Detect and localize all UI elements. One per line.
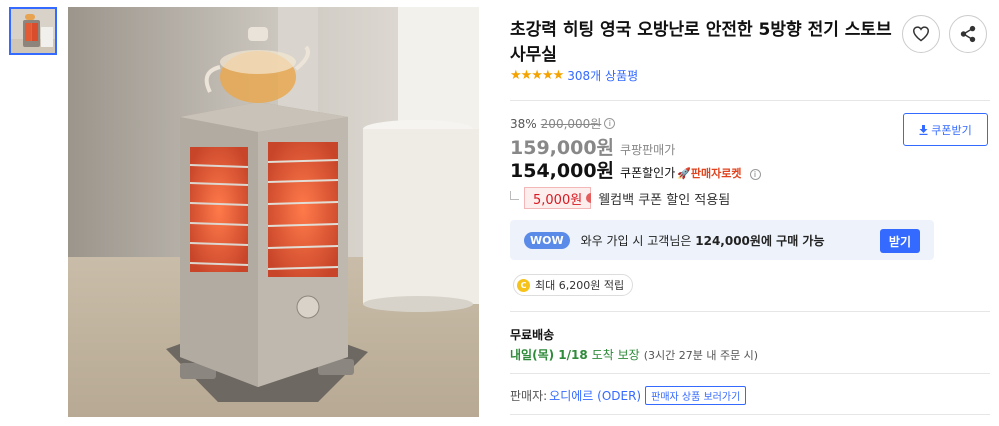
- share-icon: [960, 25, 976, 43]
- discount-rate: 38%: [510, 116, 537, 131]
- share-button[interactable]: [949, 15, 987, 53]
- wow-badge: WOW: [524, 231, 570, 249]
- delivery-date: 내일(목) 1/18: [510, 348, 588, 362]
- discount-row: 38% 200,000원 i: [510, 115, 616, 132]
- coupon-price-label: 쿠폰할인가: [620, 166, 676, 180]
- original-price: 200,000원: [540, 117, 602, 131]
- product-title: 초강력 히팅 영국 오방난로 안전한 5방향 전기 스토브 사무실: [510, 20, 892, 65]
- coupon-download-label: 쿠폰받기: [931, 123, 972, 137]
- divider: [510, 311, 990, 312]
- seller-products-button[interactable]: 판매자 상품 보러가기: [645, 386, 747, 405]
- wow-text: 와우 가입 시 고객님은 124,000원에 구매 가능: [580, 233, 825, 248]
- heart-icon: [912, 26, 930, 42]
- divider: [510, 414, 990, 415]
- product-main-image: [68, 7, 479, 417]
- seller-row: 판매자: 오디에르 (ODER) 판매자 상품 보러가기: [510, 386, 747, 405]
- order-deadline-note: (3시간 27분 내 주문 시): [643, 348, 759, 362]
- product-thumbnail[interactable]: [9, 7, 57, 55]
- seller-name-link[interactable]: 오디에르 (ODER): [549, 387, 641, 404]
- shipping-title: 무료배송: [510, 328, 555, 342]
- corner-marker: [510, 190, 519, 200]
- divider: [510, 373, 990, 374]
- coupon-price-row: 154,000원 쿠폰할인가 🚀판매자로켓 i: [510, 156, 761, 183]
- wow-membership-box: WOW 와우 가입 시 고객님은 124,000원에 구매 가능 받기: [510, 220, 934, 260]
- wow-get-button[interactable]: 받기: [879, 229, 920, 253]
- rating-row: ★★★★★ 308개 상품평: [510, 67, 638, 84]
- seller-rocket-badge: 🚀판매자로켓: [677, 167, 742, 180]
- points-text: 최대 6,200원 적립: [535, 279, 625, 292]
- points-badge: C 최대 6,200원 적립: [513, 274, 634, 296]
- coupon-applied-text: 웰컴백 쿠폰 할인 적용됨: [598, 192, 731, 208]
- coupon-price: 154,000원: [510, 160, 615, 182]
- info-icon[interactable]: i: [604, 118, 616, 129]
- coin-icon: C: [517, 278, 530, 292]
- review-count-link[interactable]: 308개 상품평: [567, 67, 638, 84]
- coupon-download-button[interactable]: 쿠폰받기: [903, 113, 988, 146]
- applied-coupon-row: 5,000원 웰컴백 쿠폰 할인 적용됨: [510, 187, 730, 209]
- divider: [510, 100, 990, 101]
- delivery-guarantee: 도착 보장: [591, 348, 640, 362]
- rating-stars: ★★★★★: [510, 68, 564, 83]
- coupon-amount-tag: 5,000원: [524, 187, 592, 209]
- shipping-row: 내일(목) 1/18 도착 보장 (3시간 27분 내 주문 시): [510, 346, 758, 363]
- download-icon: [919, 124, 928, 135]
- wishlist-button[interactable]: [902, 15, 940, 53]
- seller-label: 판매자:: [510, 389, 548, 403]
- info-icon[interactable]: i: [749, 169, 761, 180]
